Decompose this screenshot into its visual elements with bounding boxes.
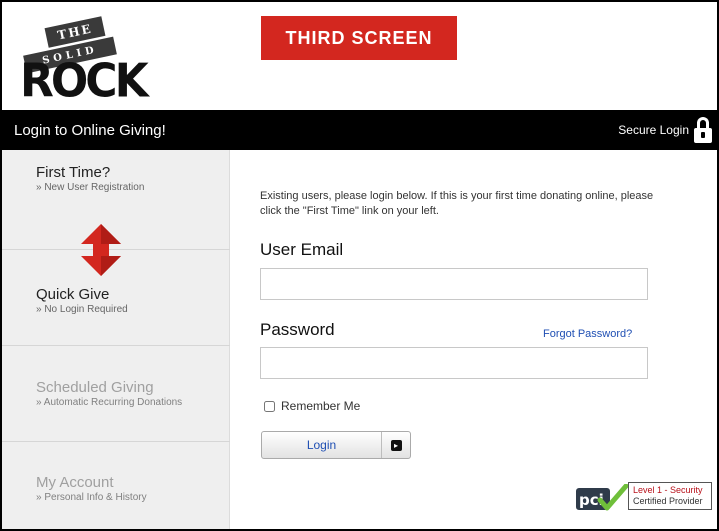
arrow-right-icon: ▸	[382, 439, 410, 451]
password-label: Password	[260, 320, 335, 339]
solid-rock-logo[interactable]: THE SOLID ROCK	[14, 16, 164, 108]
remember-me-checkbox[interactable]	[264, 400, 275, 412]
email-field[interactable]	[260, 268, 648, 300]
login-button-label: Login	[306, 438, 337, 452]
pci-badge-line1: Level 1 - Security	[633, 485, 703, 495]
lock-icon	[693, 117, 713, 143]
pci-badge-text: Level 1 - Security Certified Provider	[628, 482, 712, 510]
screen-label: THIRD SCREEN	[261, 16, 457, 60]
login-button[interactable]: Login ▸	[261, 431, 411, 459]
pci-logo-icon: pci	[576, 484, 628, 511]
top-bar: Login to Online Giving! Secure Login	[2, 110, 717, 150]
remember-me-label: Remember Me	[281, 399, 361, 413]
login-intro-text: Existing users, please login below. If t…	[260, 190, 654, 217]
sidebar-item-label: My Account	[36, 474, 114, 491]
sidebar-item-sublabel: » New User Registration	[36, 182, 145, 193]
secure-login-indicator: Secure Login	[618, 117, 713, 143]
sidebar: First Time? » New User Registration Quic…	[2, 150, 230, 529]
secure-login-label: Secure Login	[618, 123, 689, 137]
password-field[interactable]	[260, 347, 648, 379]
sidebar-item-scheduled-giving: Scheduled Giving » Automatic Recurring D…	[2, 346, 230, 442]
remember-me[interactable]: Remember Me	[264, 399, 360, 413]
sidebar-item-my-account: My Account » Personal Info & History	[2, 442, 230, 529]
email-label: User Email	[260, 240, 344, 259]
sidebar-item-label: Quick Give	[36, 286, 110, 303]
pci-badge-line2: Certified Provider	[633, 496, 703, 506]
double-arrow-icon	[81, 224, 121, 276]
sidebar-item-sublabel: » Personal Info & History	[36, 492, 147, 503]
sidebar-item-sublabel: » No Login Required	[36, 304, 128, 315]
pci-security-badge: pci Level 1 - Security Certified Provide…	[574, 480, 714, 516]
logo-rock-text: ROCK	[20, 54, 149, 109]
sidebar-item-sublabel: » Automatic Recurring Donations	[36, 397, 183, 408]
page-frame: THE SOLID ROCK THIRD SCREEN Login to Onl…	[0, 0, 719, 531]
sidebar-item-label: First Time?	[36, 164, 111, 181]
sidebar-item-label: Scheduled Giving	[36, 379, 154, 396]
page-title: Login to Online Giving!	[14, 121, 166, 139]
forgot-password-link[interactable]: Forgot Password?	[543, 328, 632, 340]
